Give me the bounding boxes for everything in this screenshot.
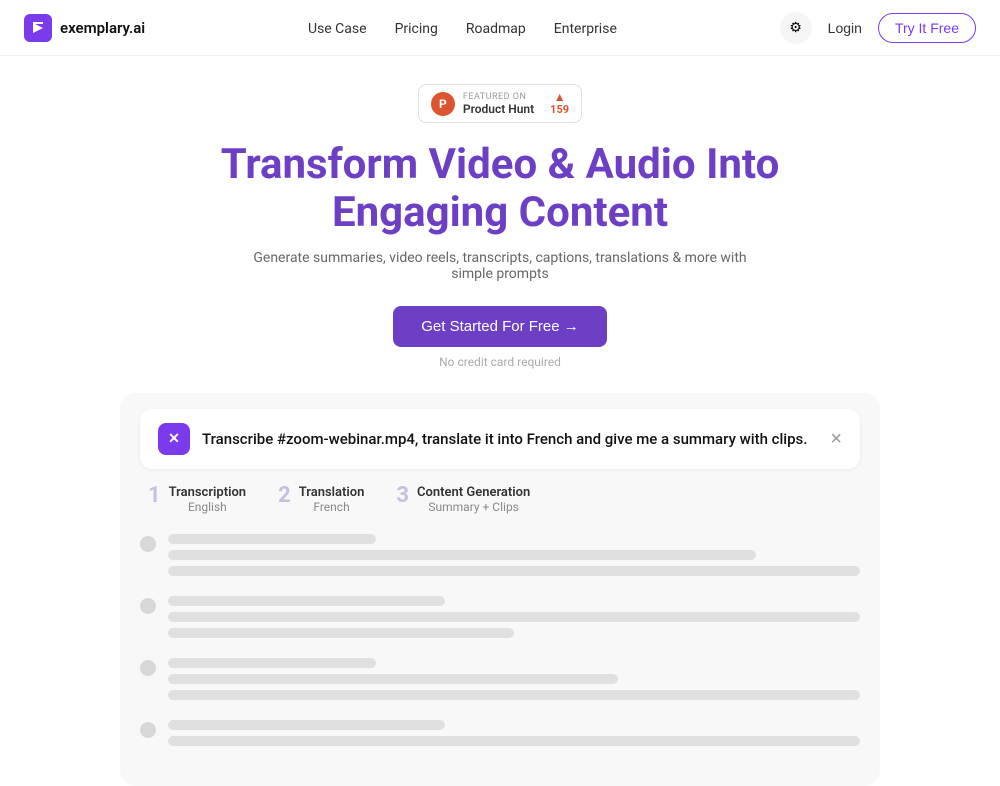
navbar: exemplary.ai Use Case Pricing Roadmap En…: [0, 0, 1000, 56]
skel-line: [168, 550, 756, 560]
try-free-button[interactable]: Try It Free: [878, 13, 976, 43]
skeleton-lines-4: [168, 720, 860, 746]
step-1-value: English: [169, 500, 246, 514]
nav-roadmap[interactable]: Roadmap: [466, 21, 526, 37]
logo-text: exemplary.ai: [60, 19, 145, 37]
skeleton-circle-2: [140, 598, 156, 614]
demo-prompt-text: Transcribe #zoom-webinar.mp4, translate …: [202, 430, 807, 448]
step-3-label: Content Generation: [417, 485, 530, 500]
ph-vote-count: 159: [550, 103, 569, 116]
step-2: 2 Translation French: [278, 485, 364, 514]
step-1-label: Transcription: [169, 485, 246, 500]
skeleton-circle-3: [140, 660, 156, 676]
hero-title: Transform Video & Audio Into Engaging Co…: [150, 141, 850, 238]
skel-line: [168, 612, 860, 622]
skeleton-row-1: [140, 534, 860, 576]
hero-subtitle: Generate summaries, video reels, transcr…: [250, 250, 750, 282]
skeleton-lines-2: [168, 596, 860, 638]
logo-icon: [24, 14, 52, 42]
loading-lines: [140, 530, 860, 770]
skeleton-lines-1: [168, 534, 860, 576]
nav-pricing[interactable]: Pricing: [395, 21, 438, 37]
settings-icon: ⚙: [789, 19, 802, 36]
ph-logo-icon: P: [431, 92, 455, 116]
skeleton-lines-3: [168, 658, 860, 700]
skel-line: [168, 690, 860, 700]
step-1-num: 1: [148, 485, 161, 507]
demo-container: ✕ Transcribe #zoom-webinar.mp4, translat…: [120, 393, 880, 786]
step-3-info: Content Generation Summary + Clips: [417, 485, 530, 514]
skeleton-circle-1: [140, 536, 156, 552]
nav-use-case[interactable]: Use Case: [308, 21, 367, 37]
hero-section: P FEATURED ON Product Hunt ▲ 159 Transfo…: [0, 56, 1000, 786]
demo-prompt-row: ✕ Transcribe #zoom-webinar.mp4, translat…: [140, 409, 860, 469]
settings-button[interactable]: ⚙: [780, 12, 812, 44]
skeleton-circle-4: [140, 722, 156, 738]
cta-button[interactable]: Get Started For Free →: [393, 306, 607, 347]
nav-enterprise[interactable]: Enterprise: [554, 21, 617, 37]
skel-line: [168, 720, 445, 730]
skel-line: [168, 736, 860, 746]
skel-line: [168, 628, 514, 638]
skeleton-row-2: [140, 596, 860, 638]
nav-actions: ⚙ Login Try It Free: [780, 12, 976, 44]
step-2-value: French: [299, 500, 365, 514]
demo-brand-icon: ✕: [158, 423, 190, 455]
logo-svg: [29, 19, 47, 37]
step-2-info: Translation French: [299, 485, 365, 514]
skel-line: [168, 658, 376, 668]
step-3-num: 3: [396, 485, 409, 507]
step-2-num: 2: [278, 485, 291, 507]
step-2-label: Translation: [299, 485, 365, 500]
ph-featured-label: FEATURED ON: [463, 92, 527, 102]
no-card-text: No credit card required: [439, 355, 561, 369]
ph-vote-group: ▲ 159: [550, 91, 569, 116]
nav-links: Use Case Pricing Roadmap Enterprise: [308, 18, 617, 37]
steps-row: 1 Transcription English 2 Translation Fr…: [140, 485, 860, 530]
ph-text-group: FEATURED ON Product Hunt: [463, 92, 534, 116]
step-1: 1 Transcription English: [148, 485, 246, 514]
login-button[interactable]: Login: [828, 20, 862, 36]
step-3: 3 Content Generation Summary + Clips: [396, 485, 530, 514]
skel-line: [168, 674, 618, 684]
logo-link[interactable]: exemplary.ai: [24, 14, 145, 42]
skel-line: [168, 596, 445, 606]
ph-up-arrow: ▲: [554, 91, 566, 103]
skel-line: [168, 534, 376, 544]
skeleton-row-4: [140, 720, 860, 746]
ph-name-label: Product Hunt: [463, 102, 534, 116]
demo-close-button[interactable]: ×: [830, 429, 842, 449]
demo-prompt-left: ✕ Transcribe #zoom-webinar.mp4, translat…: [158, 423, 807, 455]
step-1-info: Transcription English: [169, 485, 246, 514]
product-hunt-badge[interactable]: P FEATURED ON Product Hunt ▲ 159: [418, 84, 582, 123]
skel-line: [168, 566, 860, 576]
skeleton-row-3: [140, 658, 860, 700]
step-3-value: Summary + Clips: [417, 500, 530, 514]
